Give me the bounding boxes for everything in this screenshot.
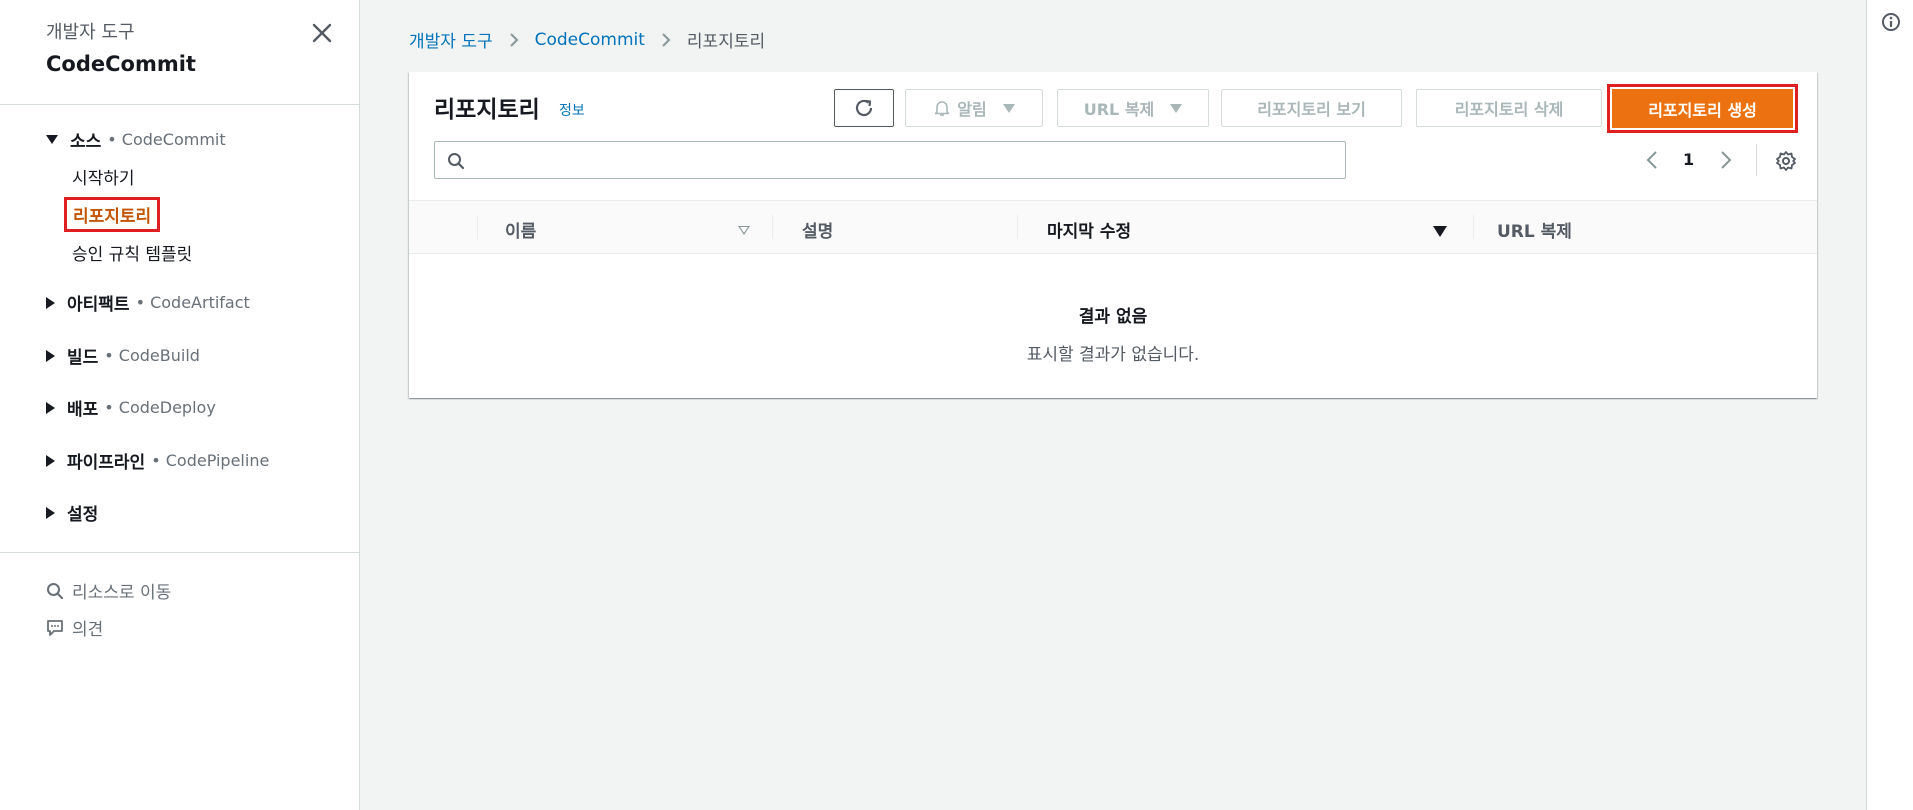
- info-icon[interactable]: [1881, 12, 1901, 36]
- delete-repository-button[interactable]: 리포지토리 삭제: [1416, 89, 1602, 127]
- nav-group-label: 소스: [70, 132, 102, 152]
- sidebar-header: 개발자 도구 CodeCommit: [46, 18, 196, 76]
- nav-item-getting-started[interactable]: 시작하기: [72, 164, 135, 189]
- side-navigation: 개발자 도구 CodeCommit 소스 • CodeCommit 시작하기 리…: [0, 0, 360, 810]
- tools-panel-rail: [1866, 0, 1913, 810]
- sort-icon-inner: [740, 227, 748, 233]
- nav-group-label: 빌드: [67, 348, 99, 368]
- table-header: 이름 설명 마지막 수정 URL 복제: [409, 200, 1817, 254]
- nav-group-label: 아티팩트: [67, 295, 130, 315]
- notify-dropdown-button[interactable]: 알림: [905, 89, 1043, 127]
- bell-icon: [934, 101, 950, 116]
- nav-group-service: • CodeCommit: [107, 130, 226, 149]
- nav-group-pipeline[interactable]: 파이프라인 • CodePipeline: [46, 448, 269, 473]
- nav-item-repositories[interactable]: 리포지토리: [64, 197, 161, 232]
- page-title: 리포지토리: [434, 97, 540, 123]
- sidebar-divider: [0, 104, 359, 105]
- go-to-resource-label: 리소스로 이동: [72, 583, 172, 603]
- create-repository-button[interactable]: 리포지토리 생성: [1612, 89, 1793, 128]
- chevron-left-icon: [1646, 151, 1657, 169]
- search-field[interactable]: [434, 141, 1346, 179]
- column-header-last-modified[interactable]: 마지막 수정: [1047, 217, 1131, 242]
- chevron-right-icon: [509, 32, 519, 48]
- chevron-right-icon: [661, 32, 671, 48]
- go-to-resource-link[interactable]: 리소스로 이동: [46, 578, 171, 603]
- nav-group-settings[interactable]: 설정: [46, 500, 98, 525]
- nav-group-build[interactable]: 빌드 • CodeBuild: [46, 343, 200, 368]
- gear-icon[interactable]: [1775, 150, 1797, 176]
- nav-group-artifact[interactable]: 아티팩트 • CodeArtifact: [46, 290, 250, 315]
- sidebar-section-label[interactable]: 개발자 도구: [46, 18, 196, 44]
- nav-group-source[interactable]: 소스 • CodeCommit: [46, 127, 226, 152]
- breadcrumb-repositories: 리포지토리: [686, 32, 766, 52]
- breadcrumb-codecommit[interactable]: CodeCommit: [535, 30, 645, 50]
- refresh-button[interactable]: [834, 89, 894, 127]
- feedback-link[interactable]: 의견: [46, 615, 103, 640]
- column-header-description[interactable]: 설명: [802, 217, 833, 242]
- nav-item-approval-rule-templates[interactable]: 승인 규칙 템플릿: [72, 240, 192, 265]
- info-link[interactable]: 정보: [559, 100, 585, 120]
- caret-right-icon: [46, 349, 55, 362]
- column-divider: [1017, 215, 1018, 239]
- feedback-label: 의견: [72, 620, 104, 640]
- notify-label: 알림: [957, 100, 987, 119]
- caret-right-icon: [46, 296, 55, 309]
- search-icon: [448, 153, 465, 170]
- breadcrumb-developer-tools[interactable]: 개발자 도구: [409, 27, 493, 52]
- empty-state-title: 결과 없음: [1078, 307, 1148, 327]
- next-page-button[interactable]: [1719, 148, 1733, 172]
- feedback-icon: [47, 619, 63, 636]
- nav-group-service: • CodeBuild: [104, 346, 200, 365]
- column-divider: [1473, 215, 1474, 239]
- chevron-right-icon: [1721, 151, 1732, 169]
- nav-group-label: 파이프라인: [67, 453, 146, 473]
- sidebar-divider: [0, 552, 359, 553]
- caret-down-icon: [46, 135, 58, 144]
- caret-down-icon: [1002, 103, 1015, 113]
- sidebar-service-title[interactable]: CodeCommit: [46, 52, 196, 76]
- clone-url-dropdown-button[interactable]: URL 복제: [1057, 89, 1209, 127]
- nav-group-label: 배포: [67, 400, 99, 420]
- caret-right-icon: [46, 401, 55, 414]
- column-header-name[interactable]: 이름: [505, 217, 536, 242]
- view-repository-button[interactable]: 리포지토리 보기: [1221, 89, 1402, 127]
- repositories-table-container: 리포지토리 정보 알림 URL 복제 리포지토리 보기 리포지토리 삭제 리포지…: [409, 72, 1817, 398]
- empty-state-description: 표시할 결과가 없습니다.: [1026, 345, 1200, 365]
- caret-right-icon: [46, 506, 55, 519]
- search-input[interactable]: [475, 146, 1339, 176]
- sort-descending-icon[interactable]: [1433, 226, 1447, 237]
- nav-group-deploy[interactable]: 배포 • CodeDeploy: [46, 395, 216, 420]
- nav-group-label: 설정: [67, 505, 99, 525]
- close-icon[interactable]: [309, 20, 335, 46]
- nav-group-service: • CodePipeline: [151, 451, 270, 470]
- clone-url-label: URL 복제: [1083, 100, 1155, 119]
- pagination-divider: [1756, 144, 1757, 176]
- column-divider: [477, 215, 478, 239]
- caret-down-icon: [1170, 103, 1183, 113]
- column-divider: [772, 215, 773, 239]
- caret-right-icon: [46, 454, 55, 467]
- nav-group-service: • CodeArtifact: [135, 293, 250, 312]
- search-icon: [47, 582, 64, 599]
- column-header-clone-url[interactable]: URL 복제: [1497, 217, 1572, 242]
- previous-page-button[interactable]: [1645, 148, 1659, 172]
- current-page-number[interactable]: 1: [1683, 150, 1694, 169]
- create-repository-highlight: 리포지토리 생성: [1607, 84, 1798, 133]
- refresh-icon: [855, 99, 873, 117]
- nav-group-service: • CodeDeploy: [104, 398, 216, 417]
- breadcrumb: 개발자 도구 CodeCommit 리포지토리: [409, 27, 766, 53]
